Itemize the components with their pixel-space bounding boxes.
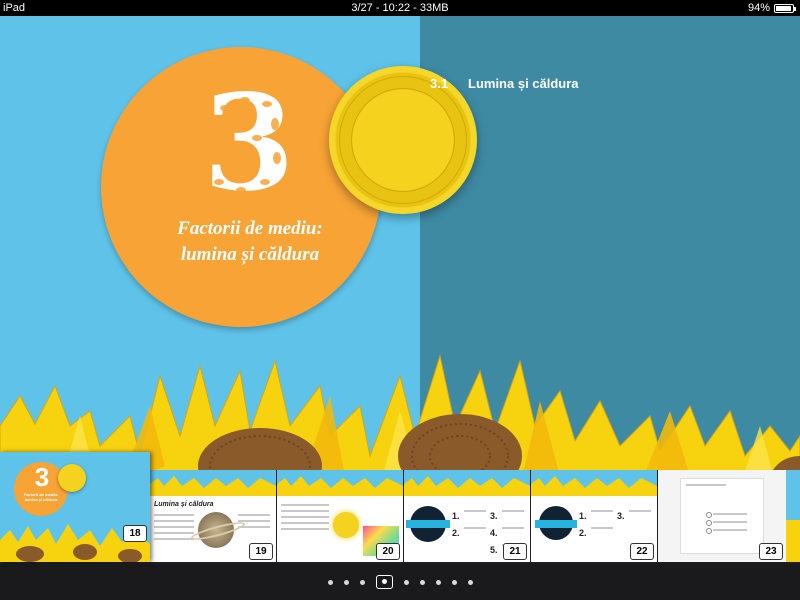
thumbnail-page-19[interactable]: Lumina și căldura 19 (150, 470, 276, 562)
status-center-text: 3/27 - 10:22 - 33MB (351, 2, 449, 14)
text-line (502, 527, 524, 529)
thumbnail-page-21[interactable]: 1. 2. 3. 4. 5. 21 (404, 470, 530, 562)
text-line (238, 514, 270, 516)
thumb-sunflower-band (150, 476, 276, 496)
thumb-chapter-number: 3 (34, 462, 50, 492)
text-line (154, 526, 194, 528)
thumb-ribbon (535, 520, 577, 528)
thumbnail-page-20[interactable]: 20 (277, 470, 403, 562)
page-dot[interactable] (467, 579, 473, 585)
chapter-title-line-1: Factorii de mediu: (177, 218, 323, 239)
thumb-sunflower-fragment (786, 520, 800, 562)
radio-option (706, 528, 712, 534)
text-line (281, 504, 329, 506)
text-line (154, 532, 194, 534)
page-number-badge: 21 (503, 543, 527, 560)
page-dot-active[interactable] (375, 575, 393, 589)
battery-status: 94% (747, 0, 796, 16)
thumb-numbered-list: 1. 2. (579, 511, 587, 538)
text-line (713, 513, 747, 515)
page-dot[interactable] (435, 579, 441, 585)
thumb-title: Factorii de mediu: lumina și căldura (16, 492, 66, 502)
page-dot[interactable] (451, 579, 457, 585)
thumbnail-page-18[interactable]: 3 Factorii de mediu: lumina și căldura 1… (0, 452, 150, 562)
page-thumbnails-strip[interactable]: 3 Factorii de mediu: lumina și căldura 1… (0, 452, 800, 564)
text-line (281, 516, 329, 518)
sun-ring-outer (339, 76, 467, 204)
page-dot[interactable] (419, 579, 425, 585)
text-line (281, 522, 329, 524)
status-bar: iPad 3/27 - 10:22 - 33MB 94% (0, 0, 800, 16)
text-line (464, 510, 486, 512)
battery-percent: 94% (747, 2, 770, 14)
page-number-badge: 23 (759, 543, 783, 560)
text-line (629, 510, 651, 512)
text-line (281, 528, 329, 530)
toc-section-link[interactable]: 3.1 Lumina și căldura (430, 76, 579, 92)
page-dot[interactable] (343, 579, 349, 585)
thumb-quiz-card (680, 478, 764, 554)
thumbnail-page-23[interactable]: 23 (658, 470, 786, 562)
text-line (686, 484, 726, 486)
book-spread[interactable]: 3 Factorii de mediu: lumina și căldura 3… (0, 16, 800, 470)
page-number-badge: 18 (123, 525, 147, 542)
thumb-ribbon (406, 520, 450, 528)
chapter-title-line-2: lumina și căldura (180, 244, 320, 265)
section-title: Lumina și căldura (468, 76, 579, 91)
radio-option (706, 512, 712, 518)
thumb-sunflower-band (404, 476, 530, 496)
thumb-sun (58, 464, 86, 492)
thumb-numbered-list: 3. 4. 5. (490, 511, 498, 555)
radio-option (706, 520, 712, 526)
text-line (281, 510, 329, 512)
leaf-pattern-decoration (214, 97, 281, 193)
text-line (464, 527, 486, 529)
sun-image (333, 512, 359, 538)
text-line (591, 527, 613, 529)
text-line (713, 521, 747, 523)
page-indicator-bar (0, 564, 800, 600)
page-number-badge: 19 (249, 543, 273, 560)
page-dots[interactable] (0, 564, 800, 600)
thumb-sunflower-band (531, 476, 657, 496)
text-line (502, 510, 524, 512)
thumbnail-page-22[interactable]: 1. 2. 3. 22 (531, 470, 657, 562)
text-line (154, 514, 194, 516)
page-dot[interactable] (403, 579, 409, 585)
text-line (713, 529, 747, 531)
thumb-heading: Lumina și căldura (154, 501, 214, 508)
text-line (154, 520, 194, 522)
battery-fill (776, 5, 791, 11)
sunflowers-illustration (0, 354, 800, 470)
thumb-numbered-list: 1. 2. (452, 511, 460, 538)
text-line (154, 538, 194, 540)
section-number: 3.1 (430, 76, 449, 91)
text-line (591, 510, 613, 512)
page-dot[interactable] (327, 579, 333, 585)
thumbnail-next-partial[interactable] (786, 470, 800, 562)
text-line (238, 520, 270, 522)
page-number-badge: 20 (376, 543, 400, 560)
page-number-badge: 22 (630, 543, 654, 560)
chapter-title: Factorii de mediu: lumina și căldura (140, 216, 360, 268)
thumb-title-line-2: lumina și căldura (24, 497, 58, 502)
thumb-numbered-list: 3. (617, 511, 625, 521)
page-dot[interactable] (359, 579, 365, 585)
thumb-sunflower-band (277, 476, 403, 496)
battery-icon (774, 3, 796, 13)
text-line (238, 526, 270, 528)
